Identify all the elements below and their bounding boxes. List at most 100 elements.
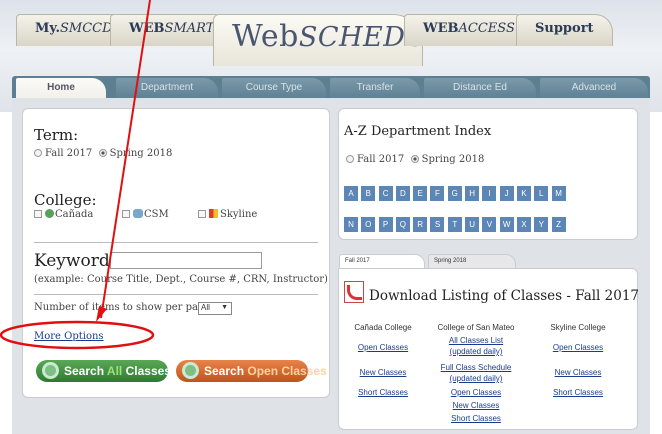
nav-tab-advanced[interactable]: Advanced bbox=[540, 78, 648, 98]
az-letter-q[interactable]: Q bbox=[395, 217, 410, 232]
az-letter-k[interactable]: K bbox=[516, 186, 531, 201]
az-letter-m[interactable]: M bbox=[551, 186, 566, 201]
tab-webaccess[interactable]: WEBACCESS bbox=[404, 14, 534, 46]
az-fall-2017-label: Fall 2017 bbox=[357, 154, 405, 165]
csm-all-classes-link[interactable]: All Classes List (updated daily) bbox=[438, 335, 514, 357]
tab-my-smccd-italic: SMCCD bbox=[59, 21, 113, 36]
canada-new-classes-link[interactable]: New Classes bbox=[348, 367, 418, 378]
nav-tab-home-label: Home bbox=[47, 82, 75, 93]
az-letter-n[interactable]: N bbox=[344, 217, 358, 232]
nav-tab-department[interactable]: Department bbox=[116, 78, 218, 98]
col-header-skyline: Skyline College bbox=[550, 323, 606, 332]
az-letter-p[interactable]: P bbox=[378, 217, 393, 232]
magnifier-icon bbox=[182, 362, 199, 379]
term-fall-2017-radio[interactable] bbox=[34, 149, 42, 157]
az-letter-f[interactable]: F bbox=[430, 186, 445, 201]
more-options-link[interactable]: More Options bbox=[34, 331, 104, 342]
az-letter-u[interactable]: U bbox=[465, 217, 480, 232]
skyline-short-classes-link[interactable]: Short Classes bbox=[538, 387, 618, 398]
az-letter-v[interactable]: V bbox=[482, 217, 497, 232]
az-letter-l[interactable]: L bbox=[534, 186, 549, 201]
college-csm-label: CSM bbox=[144, 209, 169, 220]
tab-support-label: Support bbox=[535, 21, 594, 36]
tab-spring-2018-label: Spring 2018 bbox=[434, 258, 467, 264]
nav-tab-distance-ed-label: Distance Ed bbox=[453, 82, 507, 93]
search-open-highlight: Open Classes bbox=[247, 364, 327, 378]
az-letter-w[interactable]: W bbox=[499, 217, 514, 232]
nav-tab-department-label: Department bbox=[140, 82, 194, 93]
az-letter-o[interactable]: O bbox=[361, 217, 376, 232]
col-header-csm: College of San Mateo bbox=[437, 323, 515, 332]
az-letter-c[interactable]: C bbox=[378, 186, 393, 201]
college-csm-option: CSM bbox=[122, 209, 169, 220]
az-fall-2017-radio[interactable] bbox=[346, 155, 354, 163]
csm-logo-icon bbox=[133, 209, 143, 218]
tab-support[interactable]: Support bbox=[516, 14, 613, 46]
nav-tab-transfer-label: Transfer bbox=[356, 82, 394, 93]
az-term-options: Fall 2017 Spring 2018 bbox=[346, 154, 484, 165]
az-letter-s[interactable]: S bbox=[430, 217, 445, 232]
az-spring-2018-radio[interactable] bbox=[410, 155, 419, 163]
college-canada-label: Cañada bbox=[55, 209, 94, 220]
canada-open-classes-link[interactable]: Open Classes bbox=[348, 342, 418, 353]
college-skyline-option: Skyline bbox=[198, 209, 257, 220]
search-all-prefix: Search bbox=[64, 364, 107, 378]
csm-open-classes-link[interactable]: Open Classes bbox=[426, 387, 526, 398]
keywords-input[interactable] bbox=[110, 252, 262, 269]
az-letter-y[interactable]: Y bbox=[534, 217, 549, 232]
az-letter-g[interactable]: G bbox=[447, 186, 462, 201]
college-canada-checkbox[interactable] bbox=[34, 210, 42, 218]
tab-my-smccd-label: My. bbox=[35, 21, 60, 36]
college-skyline-checkbox[interactable] bbox=[198, 210, 206, 218]
magnifier-icon bbox=[42, 362, 59, 379]
az-letter-t[interactable]: T bbox=[447, 217, 462, 232]
az-letter-b[interactable]: B bbox=[361, 186, 376, 201]
az-spring-2018-label: Spring 2018 bbox=[421, 154, 485, 165]
az-letter-h[interactable]: H bbox=[465, 186, 480, 201]
college-csm-checkbox[interactable] bbox=[122, 210, 130, 218]
tab-websmart-label: WEB bbox=[129, 21, 165, 36]
divider bbox=[34, 242, 318, 243]
canada-short-classes-link[interactable]: Short Classes bbox=[348, 387, 418, 398]
skyline-logo-icon bbox=[209, 209, 218, 218]
search-open-classes-button[interactable]: Search Open Classes bbox=[176, 360, 327, 382]
az-letter-j[interactable]: J bbox=[499, 186, 514, 201]
items-per-page-value: All bbox=[201, 303, 210, 312]
webschedule-logo[interactable]: WebSCHEDULE bbox=[213, 14, 467, 66]
csm-full-schedule-link[interactable]: Full Class Schedule (updated daily) bbox=[434, 362, 518, 384]
az-letter-z[interactable]: Z bbox=[551, 217, 566, 232]
divider bbox=[34, 294, 318, 295]
az-letter-i[interactable]: I bbox=[482, 186, 497, 201]
term-spring-2018-radio[interactable] bbox=[98, 149, 107, 157]
nav-tab-distance-ed[interactable]: Distance Ed bbox=[424, 78, 536, 98]
nav-tab-course-type-label: Course Type bbox=[245, 82, 303, 93]
pdf-icon bbox=[344, 281, 364, 303]
az-title: A-Z Department Index bbox=[344, 124, 492, 139]
az-letter-d[interactable]: D bbox=[395, 186, 410, 201]
skyline-new-classes-link[interactable]: New Classes bbox=[538, 367, 618, 378]
az-letter-grid: ABCDEFGHIJKLM NOPQRSTUVWXYZ bbox=[344, 181, 632, 243]
college-options: Cañada bbox=[34, 209, 93, 220]
search-all-classes-button[interactable]: Search All Classes bbox=[36, 360, 171, 382]
az-letter-x[interactable]: X bbox=[516, 217, 531, 232]
term-spring-2018-label: Spring 2018 bbox=[109, 148, 173, 159]
college-heading: College: bbox=[34, 191, 97, 209]
canada-logo-icon bbox=[45, 209, 54, 218]
items-per-page-select[interactable]: All ▼ bbox=[198, 302, 232, 315]
nav-tab-course-type[interactable]: Course Type bbox=[222, 78, 326, 98]
keywords-example: (example: Course Title, Dept., Course #,… bbox=[34, 274, 328, 285]
college-skyline-label: Skyline bbox=[220, 209, 258, 220]
col-header-canada: Cañada College bbox=[354, 323, 412, 332]
term-options: Fall 2017 Spring 2018 bbox=[34, 148, 172, 159]
csm-new-classes-link[interactable]: New Classes bbox=[426, 400, 526, 411]
items-per-page-label: Number of items to show per page: bbox=[34, 302, 214, 313]
nav-tab-home[interactable]: Home bbox=[16, 78, 106, 98]
nav-tab-transfer[interactable]: Transfer bbox=[330, 78, 420, 98]
az-letter-a[interactable]: A bbox=[344, 186, 358, 201]
az-letter-r[interactable]: R bbox=[413, 217, 428, 232]
tab-webaccess-label: WEB bbox=[423, 21, 459, 36]
term-fall-2017-label: Fall 2017 bbox=[45, 148, 93, 159]
csm-short-classes-link[interactable]: Short Classes bbox=[426, 413, 526, 424]
skyline-open-classes-link[interactable]: Open Classes bbox=[538, 342, 618, 353]
az-letter-e[interactable]: E bbox=[413, 186, 428, 201]
